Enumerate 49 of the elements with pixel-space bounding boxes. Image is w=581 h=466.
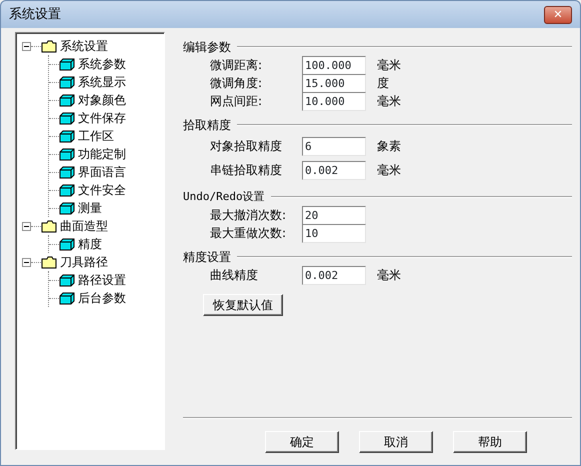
tree-item[interactable]: 精度	[78, 235, 102, 253]
field-label: 最大撤消次数:	[210, 207, 288, 224]
field-label: 曲线精度	[210, 267, 259, 284]
tree-item[interactable]: 测量	[78, 199, 102, 217]
field-label: 对象拾取精度	[210, 138, 283, 155]
tree-item[interactable]: 系统参数	[78, 55, 126, 73]
tree-item[interactable]: 工作区	[78, 127, 114, 145]
field-label: 微调角度:	[210, 75, 264, 92]
window-title: 系统设置	[9, 6, 61, 24]
tree-item[interactable]: 刀具路径	[60, 253, 108, 271]
restore-defaults-button[interactable]: 恢复默认值	[203, 294, 283, 316]
input-field[interactable]: 100.000	[302, 56, 366, 74]
input-field[interactable]: 0.002	[302, 160, 366, 180]
dialog-button[interactable]: 取消	[359, 431, 433, 453]
field-label: 串链拾取精度	[210, 162, 283, 179]
tree-item[interactable]: 路径设置	[78, 271, 126, 289]
input-field[interactable]: 15.000	[302, 74, 366, 92]
input-field[interactable]: 10.000	[302, 92, 366, 110]
collapse-toggle[interactable]	[22, 222, 31, 230]
tree-item[interactable]: 界面语言	[78, 163, 126, 181]
dialog-button[interactable]: 确定	[265, 431, 339, 453]
tree-item[interactable]: 后台参数	[78, 289, 126, 307]
input-field[interactable]: 0.002	[302, 266, 366, 284]
field-label: 网点间距:	[210, 93, 264, 110]
unit-label: 毫米	[377, 162, 401, 179]
tree-item[interactable]: 曲面造型	[60, 217, 108, 235]
section-title: Undo/Redo设置	[183, 188, 265, 205]
input-field[interactable]: 10	[302, 224, 366, 242]
unit-label: 毫米	[377, 93, 401, 110]
collapse-toggle[interactable]	[22, 258, 31, 266]
input-field[interactable]: 6	[302, 136, 366, 156]
tree-item[interactable]: 系统显示	[78, 73, 126, 91]
tree-item[interactable]: 文件保存	[78, 109, 126, 127]
tree-item[interactable]: 对象颜色	[78, 91, 126, 109]
section-title: 拾取精度	[183, 117, 231, 134]
field-label: 最大重做次数:	[210, 225, 288, 242]
section-title: 精度设置	[183, 249, 231, 266]
input-field[interactable]: 20	[302, 206, 366, 224]
tree-item[interactable]: 文件安全	[78, 181, 126, 199]
tree-item[interactable]: 系统设置	[60, 37, 108, 55]
field-label: 微调距离:	[210, 57, 264, 74]
unit-label: 象素	[377, 138, 401, 155]
unit-label: 毫米	[377, 267, 401, 284]
unit-label: 毫米	[377, 57, 401, 74]
unit-label: 度	[377, 75, 389, 92]
collapse-toggle[interactable]	[22, 42, 31, 50]
tree-item[interactable]: 功能定制	[78, 145, 126, 163]
section-title: 编辑参数	[183, 39, 231, 56]
dialog-button[interactable]: 帮助	[453, 431, 527, 453]
